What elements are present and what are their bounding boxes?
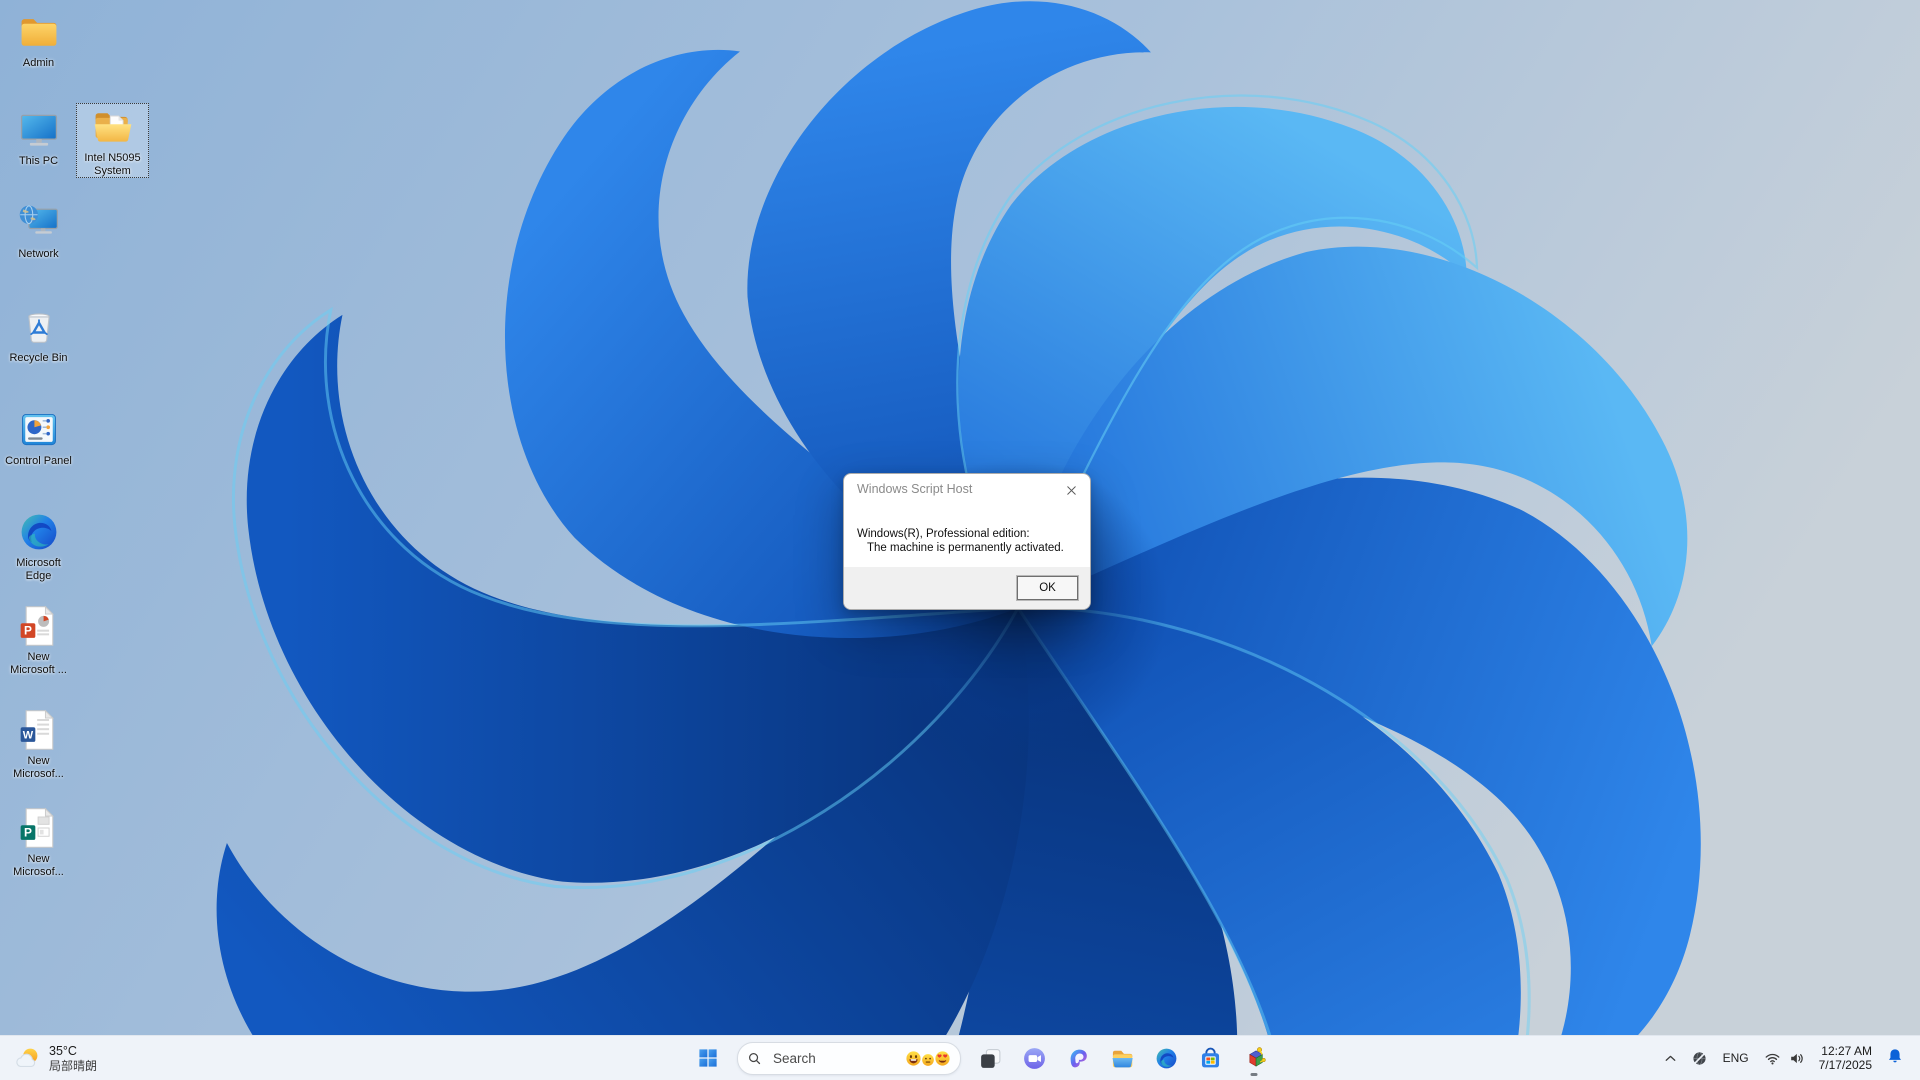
task-view-icon xyxy=(978,1046,1003,1071)
dialog-titlebar[interactable]: Windows Script Host xyxy=(844,474,1090,504)
copilot-icon xyxy=(1066,1046,1091,1071)
desktop-icon-label: Recycle Bin xyxy=(9,352,68,364)
powerpoint-document-icon xyxy=(17,604,61,648)
windows-logo-icon xyxy=(697,1047,719,1069)
dialog-close-button[interactable] xyxy=(1060,479,1083,502)
neutral-face-emoji-icon xyxy=(921,1053,935,1067)
cube-key-icon xyxy=(1242,1046,1267,1071)
file-explorer-icon xyxy=(1110,1046,1135,1071)
speaker-icon xyxy=(1788,1050,1805,1067)
weather-widget[interactable]: 35°C 局部晴朗 xyxy=(0,1036,111,1080)
desktop-icon-network[interactable]: Network xyxy=(2,199,75,261)
desktop-icon-label: Microsoft xyxy=(16,557,61,569)
desktop-icon-label: New xyxy=(27,755,50,767)
store-icon xyxy=(1198,1046,1223,1071)
clock[interactable]: 12:27 AM 7/17/2025 xyxy=(1811,1044,1880,1073)
copilot-button[interactable] xyxy=(1058,1038,1098,1078)
folder-with-document-icon xyxy=(91,105,135,149)
grinning-face-emoji-icon xyxy=(905,1050,922,1067)
folder-icon xyxy=(17,10,61,54)
notification-center-button[interactable] xyxy=(1880,1047,1912,1070)
search-emoji-highlights[interactable] xyxy=(906,1050,951,1067)
tray-date: 7/17/2025 xyxy=(1818,1058,1872,1072)
search-icon xyxy=(747,1051,762,1066)
activator-app-button[interactable] xyxy=(1234,1038,1274,1078)
dialog-message-line2: The machine is permanently activated. xyxy=(867,542,1064,554)
desktop-icon-label: New xyxy=(27,853,50,865)
ok-button[interactable]: OK xyxy=(1017,576,1078,600)
sun-behind-cloud-icon xyxy=(14,1045,41,1072)
desktop-icon-new-publisher[interactable]: New Microsof... xyxy=(2,804,75,879)
bell-icon xyxy=(1886,1047,1904,1065)
chevron-up-icon xyxy=(1662,1050,1679,1067)
taskbar: 35°C 局部晴朗 Search ENG 12:27 AM 7/17/2025 xyxy=(0,1035,1920,1080)
weather-condition: 局部晴朗 xyxy=(49,1058,98,1073)
control-panel-icon xyxy=(17,408,61,452)
desktop-icon-label: This PC xyxy=(18,155,59,167)
running-indicator xyxy=(1250,1073,1258,1076)
wifi-icon xyxy=(1764,1050,1781,1067)
taskbar-search[interactable] xyxy=(737,1041,961,1075)
dialog-button-strip: OK xyxy=(844,567,1090,609)
taskbar-center xyxy=(686,1036,1276,1080)
desktop-icon-admin[interactable]: Admin xyxy=(2,8,75,70)
task-view-button[interactable] xyxy=(970,1038,1010,1078)
edge-button[interactable] xyxy=(1146,1038,1186,1078)
edge-icon xyxy=(17,510,61,554)
close-icon xyxy=(1064,483,1079,498)
desktop-icon-label: New xyxy=(27,651,50,663)
desktop-icon-label: Network xyxy=(18,248,59,260)
desktop-icon-label: Control Panel xyxy=(5,455,72,467)
desktop-icon-intel-n5095-system[interactable]: Intel N5095 System xyxy=(76,103,149,178)
this-pc-icon xyxy=(17,108,61,152)
desktop-icon-new-powerpoint[interactable]: New Microsoft ... xyxy=(2,602,75,677)
tray-overflow-button[interactable] xyxy=(1656,1038,1685,1078)
desktop-icon-label: Admin xyxy=(22,57,55,69)
desktop-icon-label: Intel N5095 xyxy=(84,152,141,164)
word-document-icon xyxy=(17,708,61,752)
chat-button[interactable] xyxy=(1014,1038,1054,1078)
no-internet-indicator[interactable] xyxy=(1685,1038,1714,1078)
desktop-icon-new-word[interactable]: New Microsof... xyxy=(2,706,75,781)
desktop-icon-recycle-bin[interactable]: Recycle Bin xyxy=(2,303,75,365)
chat-icon xyxy=(1022,1046,1047,1071)
search-input[interactable] xyxy=(771,1049,875,1067)
microsoft-store-button[interactable] xyxy=(1190,1038,1230,1078)
windows-script-host-dialog: Windows Script Host Windows(R), Professi… xyxy=(843,473,1091,610)
system-tray: ENG 12:27 AM 7/17/2025 xyxy=(1656,1036,1912,1080)
globe-slash-icon xyxy=(1691,1050,1708,1067)
network-volume-button[interactable] xyxy=(1758,1038,1811,1078)
heart-eyes-emoji-icon xyxy=(934,1050,951,1067)
language-indicator[interactable]: ENG xyxy=(1714,1051,1758,1065)
windows-desktop: P W P xyxy=(0,0,1920,1080)
dialog-title: Windows Script Host xyxy=(857,482,973,496)
tray-time: 12:27 AM xyxy=(1821,1043,1872,1058)
publisher-document-icon xyxy=(17,806,61,850)
weather-temperature: 35°C xyxy=(49,1043,77,1058)
recycle-bin-icon xyxy=(17,305,61,349)
dialog-message: Windows(R), Professional edition: The ma… xyxy=(844,504,1090,555)
file-explorer-button[interactable] xyxy=(1102,1038,1142,1078)
desktop-icon-control-panel[interactable]: Control Panel xyxy=(2,406,75,468)
network-icon xyxy=(17,201,61,245)
desktop-icon-microsoft-edge[interactable]: Microsoft Edge xyxy=(2,508,75,583)
start-button[interactable] xyxy=(688,1038,728,1078)
desktop-icon-this-pc[interactable]: This PC xyxy=(2,106,75,168)
edge-icon xyxy=(1154,1046,1179,1071)
dialog-message-line1: Windows(R), Professional edition: xyxy=(857,528,1030,540)
